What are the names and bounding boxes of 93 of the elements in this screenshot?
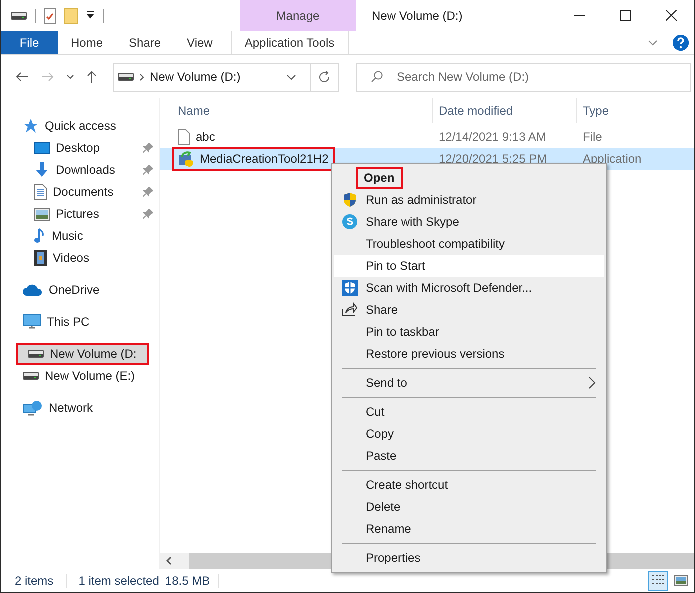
menu-item[interactable]: Open <box>334 167 604 189</box>
list-icon <box>651 574 665 586</box>
menu-item[interactable]: Properties <box>334 547 604 569</box>
shield-icon <box>342 280 358 296</box>
menu-item[interactable]: Share with Skype <box>334 211 604 233</box>
menu-item[interactable]: Cut <box>334 401 604 423</box>
ribbon-tab[interactable]: View <box>174 31 226 54</box>
cloud-icon <box>23 284 43 296</box>
music-note-icon <box>34 228 46 244</box>
up-arrow-icon[interactable] <box>87 71 97 83</box>
file-name: MediaCreationTool21H2 <box>174 149 333 169</box>
column-header[interactable]: Type <box>577 104 694 118</box>
file-name: abc <box>174 127 220 147</box>
menu-item[interactable]: Copy <box>334 423 604 445</box>
ribbon-tab[interactable]: Home <box>58 31 116 54</box>
item-count: 2 items <box>15 574 67 588</box>
refresh-icon[interactable] <box>318 70 330 84</box>
download-arrow-icon <box>34 162 50 178</box>
menu-item[interactable]: Delete <box>334 496 604 518</box>
dropdown-icon[interactable] <box>66 75 74 79</box>
nav-item[interactable]: Quick access <box>1 115 159 137</box>
drive-icon <box>23 372 39 380</box>
minimize-icon[interactable] <box>574 15 584 16</box>
search-field[interactable]: Search New Volume (D:) <box>356 62 691 92</box>
file-row[interactable]: abc 12/14/2021 9:13 AM File <box>160 126 694 148</box>
help-icon[interactable] <box>673 34 689 50</box>
image-icon <box>674 575 688 586</box>
pin-icon[interactable] <box>143 143 153 153</box>
menu-item[interactable]: Send to <box>334 372 604 394</box>
pin-icon[interactable] <box>143 165 153 175</box>
ribbon-tab[interactable]: Share <box>116 31 174 54</box>
menu-item[interactable]: Paste <box>334 445 604 467</box>
nav-item[interactable]: Desktop <box>1 137 159 159</box>
document-icon <box>34 184 47 200</box>
drive-icon <box>11 12 27 20</box>
nav-item[interactable]: Documents <box>1 181 159 203</box>
nav-item[interactable]: Pictures <box>1 203 159 225</box>
scroll-left-icon[interactable] <box>166 557 172 565</box>
expand-ribbon-icon[interactable] <box>648 40 658 46</box>
share-icon <box>342 302 358 318</box>
date-cell-text: 12/20/2021 5:25 PM <box>438 152 548 166</box>
network-icon <box>23 400 43 416</box>
pin-icon[interactable] <box>143 187 153 197</box>
nav-item[interactable]: Videos <box>1 247 159 269</box>
menu-item[interactable]: Restore previous versions <box>334 343 604 365</box>
shield-icon <box>342 192 358 208</box>
window-title: New Volume (D:) <box>372 8 464 22</box>
file-icon <box>178 129 190 145</box>
menu-item[interactable]: Pin to taskbar <box>334 321 604 343</box>
maximize-icon[interactable] <box>620 10 630 21</box>
column-header[interactable]: Date modified <box>433 98 577 123</box>
context-tab-group: Manage <box>240 0 356 31</box>
desktop-icon <box>34 142 50 154</box>
drive-icon <box>118 73 134 81</box>
details-view-button[interactable] <box>648 570 668 590</box>
menu-item[interactable]: Scan with Microsoft Defender... <box>334 277 604 299</box>
skype-icon <box>342 214 358 230</box>
star-icon <box>23 118 39 134</box>
menu-item[interactable]: Create shortcut <box>334 474 604 496</box>
installer-icon <box>178 151 194 167</box>
menu-item[interactable]: Share <box>334 299 604 321</box>
type-cell: File <box>583 130 602 144</box>
monitor-icon <box>23 314 41 330</box>
menu-item[interactable]: Pin to Start <box>334 255 604 277</box>
menu-item[interactable]: Troubleshoot compatibility <box>334 233 604 255</box>
nav-item[interactable]: Downloads <box>1 159 159 181</box>
pin-icon[interactable] <box>143 209 153 219</box>
type-cell: Application <box>583 152 642 166</box>
nav-item[interactable]: This PC <box>1 311 159 333</box>
ribbon-tab[interactable]: File <box>1 31 58 54</box>
chevron-icon <box>140 74 144 80</box>
dropdown-icon[interactable] <box>287 74 296 80</box>
menu-item[interactable]: Rename <box>334 518 604 540</box>
film-icon <box>34 250 47 266</box>
nav-item[interactable]: New Volume (D: <box>16 343 149 365</box>
address-bar[interactable]: New Volume (D:) <box>113 62 339 92</box>
column-header[interactable]: Name <box>178 98 433 123</box>
close-icon[interactable] <box>666 10 676 21</box>
date-cell-text: 12/14/2021 9:13 AM <box>438 130 548 144</box>
selection-info: 1 item selected <box>78 574 160 588</box>
selection-size: 18.5 MB <box>165 574 220 588</box>
menu-item[interactable]: Run as administrator <box>334 189 604 211</box>
nav-item[interactable]: New Volume (E:) <box>1 365 159 387</box>
back-icon[interactable] <box>16 72 28 82</box>
nav-item[interactable]: Music <box>1 225 159 247</box>
search-icon <box>371 70 383 82</box>
drive-icon <box>28 350 44 358</box>
dropdown-icon[interactable] <box>86 11 95 20</box>
nav-item[interactable]: Network <box>1 397 159 419</box>
ribbon-tab[interactable]: Application Tools <box>230 31 349 54</box>
picture-icon <box>34 208 50 220</box>
nav-item[interactable]: OneDrive <box>1 279 159 301</box>
properties-icon[interactable] <box>44 8 56 24</box>
